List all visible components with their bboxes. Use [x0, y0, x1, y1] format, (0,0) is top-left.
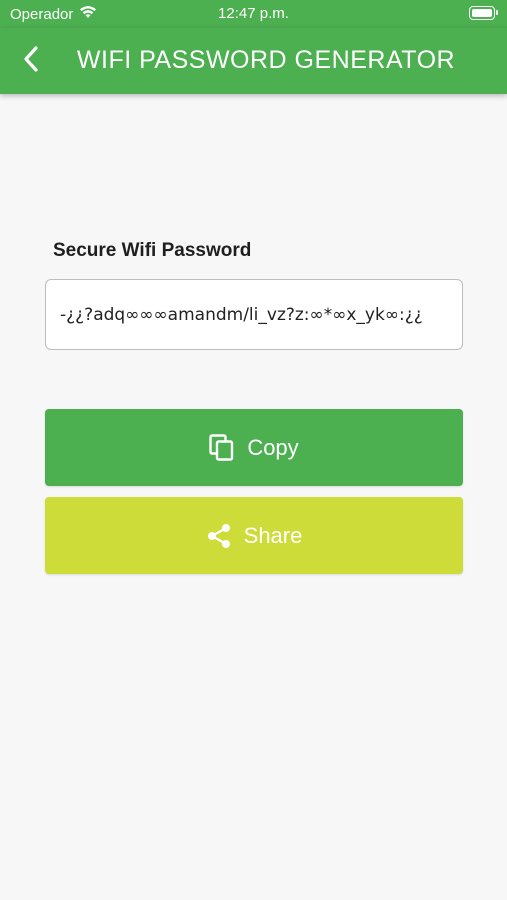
password-label: Secure Wifi Password — [53, 240, 252, 261]
share-icon — [206, 523, 232, 549]
share-button-label: Share — [243, 522, 303, 548]
copy-button-label: Copy — [247, 434, 299, 460]
battery-icon — [469, 6, 498, 20]
copy-button[interactable]: Copy — [45, 409, 463, 486]
share-button[interactable]: Share — [45, 497, 463, 574]
app-bar: WIFI PASSWORD GENERATOR — [0, 28, 507, 94]
password-field-container — [45, 279, 463, 350]
status-time: 12:47 p.m. — [218, 5, 289, 22]
page-title: WIFI PASSWORD GENERATOR — [76, 46, 456, 74]
copy-icon — [209, 433, 235, 462]
status-bar: Operador 12:47 p.m. — [0, 0, 507, 28]
password-field[interactable] — [60, 304, 448, 325]
